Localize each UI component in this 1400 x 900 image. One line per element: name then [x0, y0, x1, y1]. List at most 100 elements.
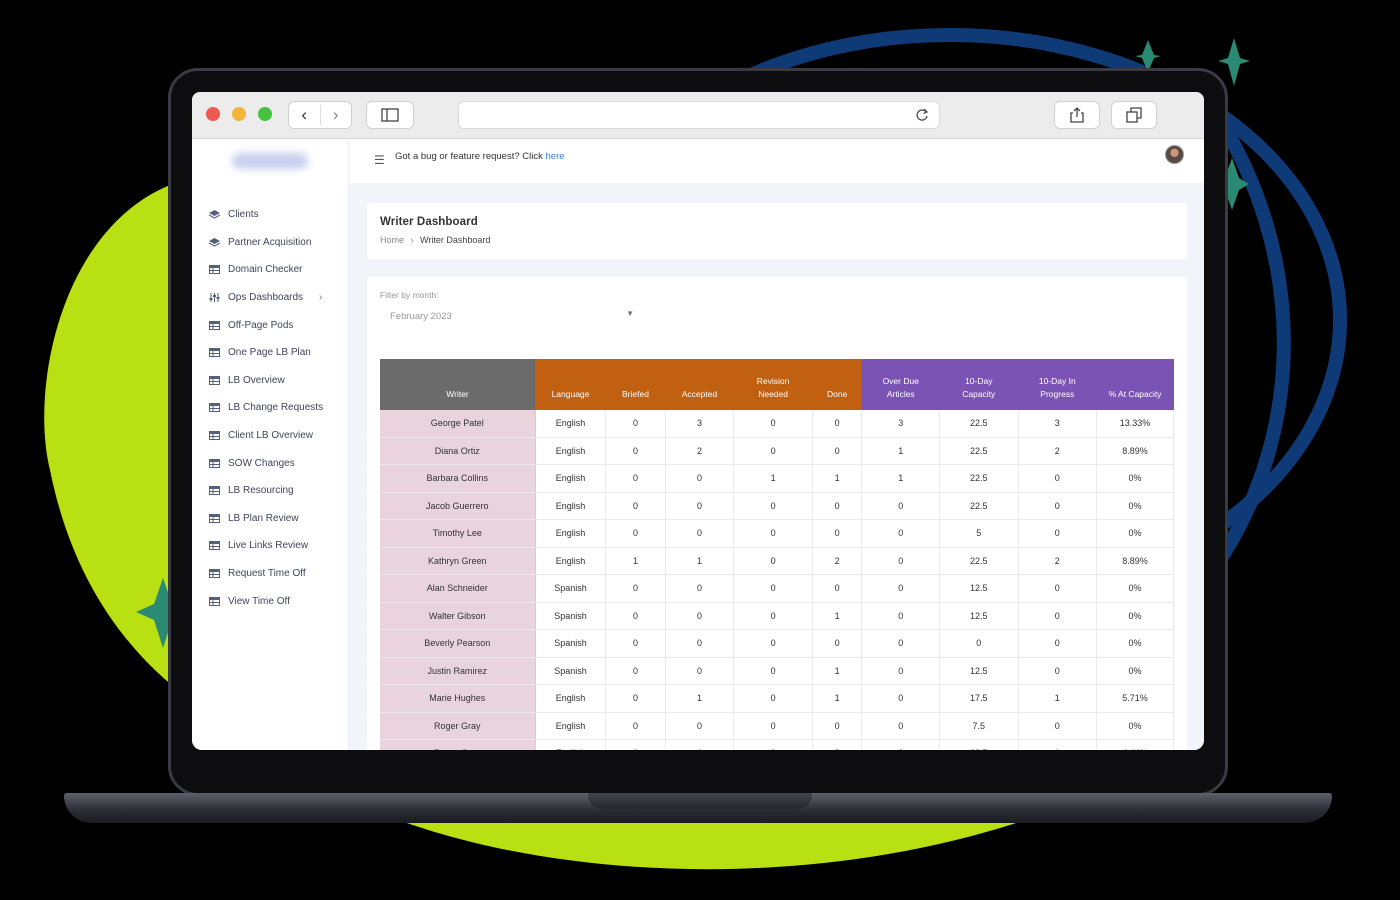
sidebar-item-off-page-pods[interactable]: Off-Page Pods: [192, 311, 348, 339]
tabs-icon: [1126, 107, 1142, 123]
sidebar-item-label: Domain Checker: [228, 264, 303, 276]
sidebar-nav: Clients Partner Acquisition Domain Checker…: [192, 201, 348, 615]
table-cell: 22.5: [939, 492, 1019, 520]
sidebar-icon: [381, 108, 399, 122]
column-header[interactable]: % At Capacity: [1096, 359, 1174, 410]
table-cell: 0: [605, 464, 666, 493]
breadcrumb: Home › Writer Dashboard: [380, 235, 490, 245]
dashboard-card: Filter by month: February 2023 ▼ Writer L…: [367, 277, 1187, 750]
breadcrumb-current: Writer Dashboard: [420, 235, 491, 245]
avatar[interactable]: [1165, 145, 1184, 164]
sidebar-item-live-links-review[interactable]: Live Links Review: [192, 532, 348, 560]
sidebar-item-label: View Time Off: [228, 595, 290, 607]
table-icon: [209, 458, 220, 468]
table-icon: [209, 403, 220, 413]
sidebar-item-domain-checker[interactable]: Domain Checker: [192, 256, 348, 284]
sidebar-item-one-page-lb-plan[interactable]: One Page LB Plan: [192, 339, 348, 367]
address-bar[interactable]: [458, 101, 940, 129]
column-header[interactable]: Language: [535, 359, 606, 410]
column-header[interactable]: Over Due Articles: [861, 359, 940, 410]
table-cell: English: [535, 519, 607, 548]
table-cell: 0: [861, 547, 941, 575]
back-icon[interactable]: ‹: [289, 105, 320, 125]
column-header[interactable]: Writer: [380, 359, 536, 410]
close-window-button[interactable]: [206, 107, 220, 121]
table-row: George Patel English 0 3 0 0 3 22.5 3 13.33%: [380, 410, 1174, 438]
share-button[interactable]: [1054, 101, 1100, 129]
table-cell: 0: [605, 437, 666, 465]
sidebar-item-sow-changes[interactable]: SOW Changes: [192, 449, 348, 477]
maximize-window-button[interactable]: [258, 107, 272, 121]
table-cell: 0: [605, 657, 666, 685]
tabs-overview-button[interactable]: [1111, 101, 1157, 129]
menu-lines-icon[interactable]: ☰: [374, 153, 385, 167]
writer-name-cell: Diana Ortiz: [380, 437, 536, 465]
table-cell: 4.44%: [1096, 739, 1174, 750]
back-forward-group: ‹ ›: [288, 101, 352, 129]
month-filter-value: February 2023: [390, 311, 452, 322]
table-cell: 1: [665, 684, 735, 713]
sidebar-item-partner-acquisition[interactable]: Partner Acquisition: [192, 229, 348, 257]
month-filter-select[interactable]: February 2023 ▼: [380, 305, 640, 327]
share-icon: [1070, 107, 1084, 123]
feedback-link[interactable]: here: [546, 151, 565, 162]
table-cell: 2: [1018, 547, 1098, 575]
sidebar-item-request-time-off[interactable]: Request Time Off: [192, 560, 348, 588]
table-cell: 0: [812, 492, 863, 520]
sidebar-item-client-lb-overview[interactable]: Client LB Overview: [192, 422, 348, 450]
sidebar-item-view-time-off[interactable]: View Time Off: [192, 587, 348, 615]
minimize-window-button[interactable]: [232, 107, 246, 121]
table-row: Alan Schneider Spanish 0 0 0 0 0 12.5 0 0%: [380, 574, 1174, 603]
layers-icon: [208, 237, 221, 247]
sidebar-item-clients[interactable]: Clients: [192, 201, 348, 229]
column-header[interactable]: 10-Day In Progress: [1018, 359, 1097, 410]
table-cell: 0: [665, 629, 735, 658]
table-cell: 0%: [1096, 519, 1174, 548]
table-cell: 7.5: [939, 712, 1019, 740]
table-cell: 0: [1018, 519, 1098, 548]
column-header[interactable]: Accepted: [665, 359, 734, 410]
table-cell: 2: [812, 739, 863, 750]
writer-name-cell: Timothy Lee: [380, 519, 536, 548]
table-cell: 13.33%: [1096, 410, 1174, 438]
sidebar-item-lb-change-requests[interactable]: LB Change Requests: [192, 394, 348, 422]
sidebar-toggle-button[interactable]: [366, 101, 414, 129]
page-title: Writer Dashboard: [380, 216, 478, 228]
table-cell: 0: [812, 519, 863, 548]
column-header[interactable]: 10-Day Capacity: [939, 359, 1018, 410]
reload-icon[interactable]: [915, 108, 929, 122]
table-cell: 0%: [1096, 602, 1174, 630]
table-row: Marie Hughes English 0 1 0 1 0 17.5 1 5.71%: [380, 684, 1174, 713]
table-cell: 0: [605, 519, 666, 548]
writer-name-cell: Marie Hughes: [380, 684, 536, 713]
table-cell: 1: [812, 602, 863, 630]
table-row: Jacob Guerrero English 0 0 0 0 0 22.5 0 0%: [380, 492, 1174, 520]
table-cell: 1: [733, 464, 813, 493]
table-cell: 1: [861, 464, 941, 493]
table-row: Walter Gibson Spanish 0 0 0 1 0 12.5 0 0%: [380, 602, 1174, 630]
column-header[interactable]: Briefed: [605, 359, 666, 410]
page-header-card: Writer Dashboard Home › Writer Dashboard: [367, 203, 1187, 259]
table-cell: 0: [605, 629, 666, 658]
sidebar-item-lb-resourcing[interactable]: LB Resourcing: [192, 477, 348, 505]
table-cell: 0: [861, 574, 941, 603]
table-cell: 0%: [1096, 464, 1174, 493]
table-row: Roger GrayEnglish0102022.514.44%: [380, 739, 1174, 750]
breadcrumb-home[interactable]: Home: [380, 235, 404, 245]
table-cell: 0: [861, 492, 941, 520]
top-bar: ☰ Got a bug or feature request? Click he…: [349, 139, 1204, 183]
sidebar-item-lb-plan-review[interactable]: LB Plan Review: [192, 505, 348, 533]
feedback-text: Got a bug or feature request? Click: [395, 151, 546, 162]
table-cell: English: [535, 437, 607, 465]
column-header[interactable]: Revision Needed: [733, 359, 813, 410]
layers-icon: [208, 210, 221, 219]
forward-icon[interactable]: ›: [319, 105, 352, 125]
sparkle-icon: [1218, 38, 1250, 86]
table-cell: 0: [733, 547, 813, 575]
sidebar-item-lb-overview[interactable]: LB Overview: [192, 367, 348, 395]
sidebar-item-label: LB Overview: [228, 374, 285, 386]
table-cell: 0: [665, 657, 735, 685]
column-header[interactable]: Done: [812, 359, 862, 410]
table-cell: Spanish: [535, 574, 607, 603]
sidebar-item-ops-dashboards[interactable]: Ops Dashboards ›: [192, 284, 348, 312]
